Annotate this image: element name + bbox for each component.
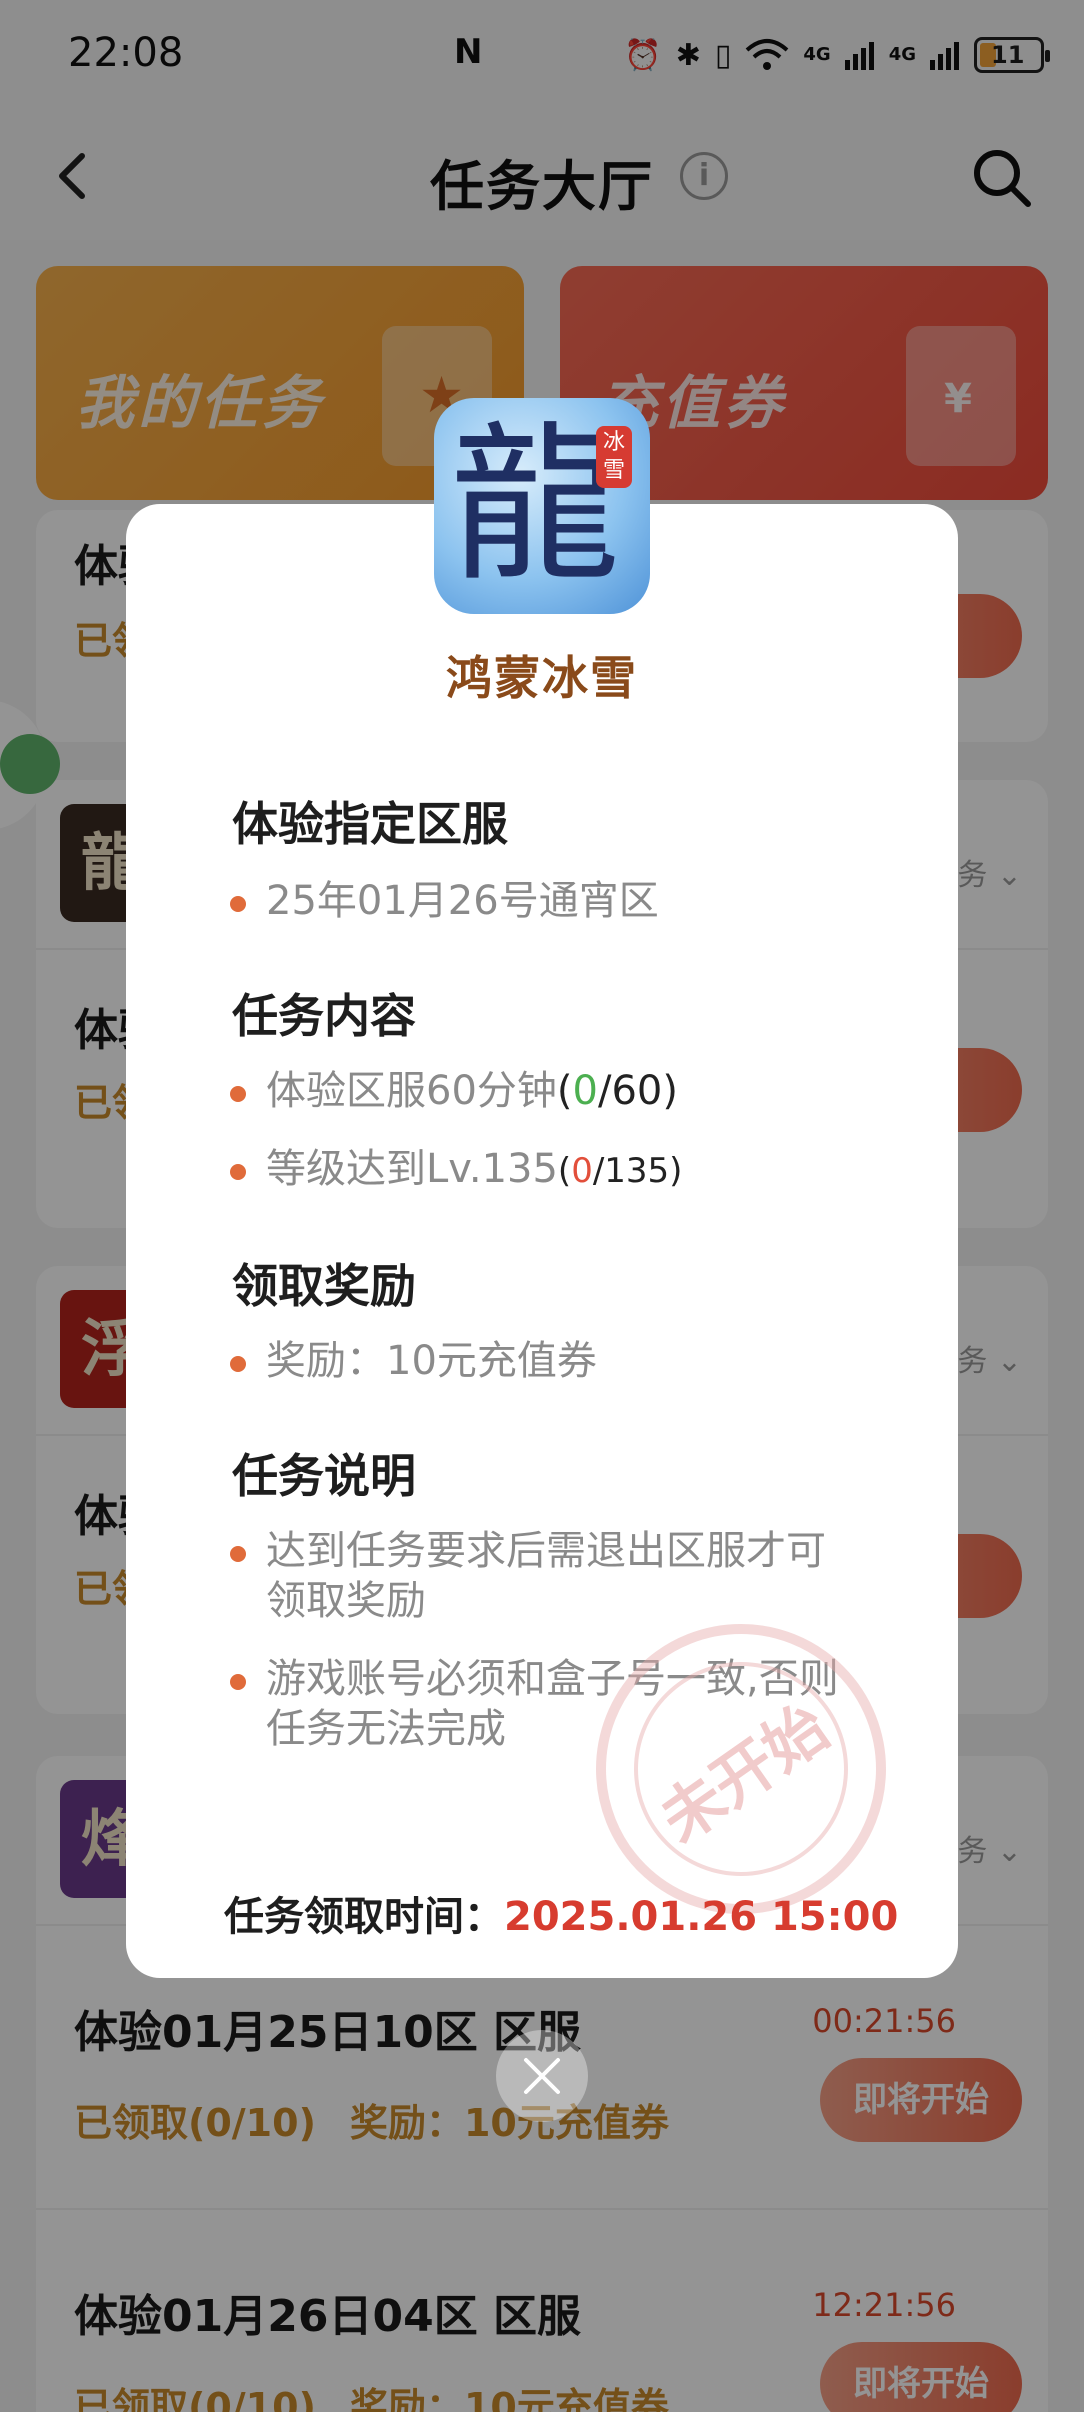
content-item-level: 等级达到Lv.135(0/135) xyxy=(230,1144,846,1196)
claim-time-value: 2025.01.26 15:00 xyxy=(504,1894,899,1940)
content-item-play-time: 体验区服60分钟(0/60) xyxy=(230,1066,846,1116)
task-detail-dialog: 鸿蒙冰雪 体验指定区服 25年01月26号通宵区 任务内容 体验区服60分钟(0… xyxy=(126,504,958,1978)
game-icon-glyph: 龍 xyxy=(450,407,621,605)
level-progress: 0 xyxy=(571,1151,593,1191)
server-item: 25年01月26号通宵区 xyxy=(230,876,846,926)
claim-time-label: 任务领取时间： xyxy=(224,1894,504,1940)
notes-item: 达到任务要求后需退出区服才可领取奖励 xyxy=(230,1526,846,1626)
server-section-title: 体验指定区服 xyxy=(232,797,508,851)
level-open: ( xyxy=(557,1151,572,1191)
battery-level: 11 xyxy=(991,41,1025,69)
play-time-text: 体验区服60分钟 xyxy=(266,1068,557,1114)
notes-section-title: 任务说明 xyxy=(232,1449,416,1503)
level-text: 等级达到Lv.135 xyxy=(266,1146,558,1192)
close-icon xyxy=(524,2058,560,2094)
play-time-target: /60) xyxy=(597,1068,678,1114)
reward-item: 奖励：10元充值券 xyxy=(230,1336,846,1386)
claim-time: 任务领取时间：2025.01.26 15:00 xyxy=(224,1884,898,1942)
play-time-open: ( xyxy=(556,1068,573,1114)
game-name: 鸿蒙冰雪 xyxy=(446,651,638,705)
game-icon-seal: 冰雪 xyxy=(596,426,632,488)
game-app-icon: 龍 冰雪 xyxy=(434,398,650,614)
content-section-title: 任务内容 xyxy=(232,989,416,1043)
close-dialog-button[interactable] xyxy=(496,2030,588,2122)
level-target: /135) xyxy=(592,1151,683,1191)
play-time-progress: 0 xyxy=(572,1068,598,1114)
reward-section-title: 领取奖励 xyxy=(232,1259,416,1313)
not-started-stamp: 未开始 xyxy=(596,1624,886,1914)
